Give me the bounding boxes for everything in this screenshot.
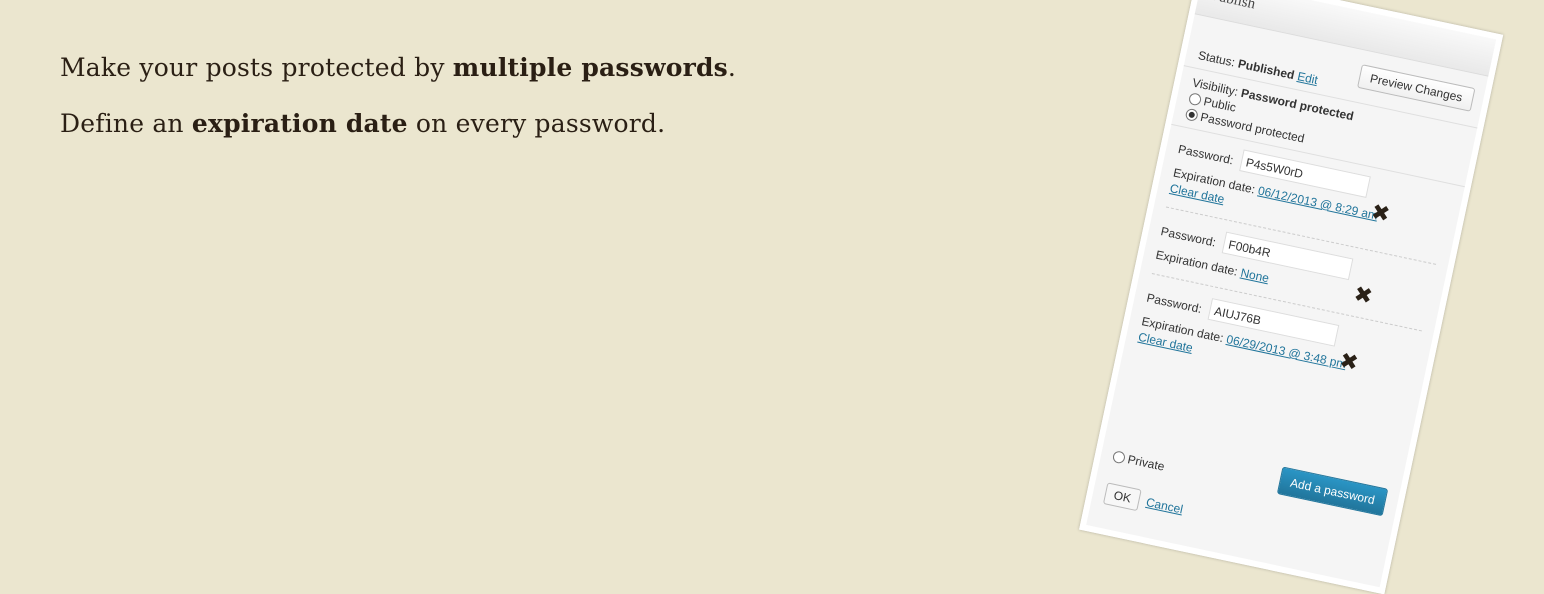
radio-private-label: Private bbox=[1126, 452, 1166, 474]
tagline-1-end: . bbox=[727, 53, 737, 82]
tagline-2-emphasis: expiration date bbox=[191, 109, 408, 138]
ok-button[interactable]: OK bbox=[1102, 482, 1143, 512]
close-x-icon[interactable]: ✖ bbox=[1351, 282, 1374, 310]
publish-box: Publish Preview Changes Status: Publishe… bbox=[1079, 0, 1504, 594]
add-password-button[interactable]: Add a password bbox=[1276, 466, 1389, 517]
cancel-link[interactable]: Cancel bbox=[1145, 495, 1184, 516]
tagline-expiration-date: Define an expiration date on every passw… bbox=[60, 108, 736, 140]
radio-password-control[interactable] bbox=[1184, 107, 1199, 122]
visibility-value: Password protected bbox=[1239, 85, 1355, 124]
close-x-icon[interactable]: ✖ bbox=[1369, 200, 1392, 228]
password-2-label: Password: bbox=[1159, 224, 1218, 250]
password-1-label: Password: bbox=[1176, 141, 1235, 168]
radio-private-control[interactable] bbox=[1111, 450, 1127, 465]
hero-text: Make your posts protected by multiple pa… bbox=[60, 52, 736, 164]
tagline-2-text: Define an bbox=[60, 109, 192, 138]
tagline-2-end: on every password. bbox=[407, 109, 666, 138]
password-2-expiration-link[interactable]: None bbox=[1239, 266, 1270, 286]
status-edit-link[interactable]: Edit bbox=[1296, 69, 1319, 87]
preview-changes-button[interactable]: Preview Changes bbox=[1356, 64, 1476, 112]
radio-private[interactable]: Private bbox=[1111, 449, 1166, 474]
radio-public-control[interactable] bbox=[1187, 92, 1203, 107]
close-x-icon[interactable]: ✖ bbox=[1337, 348, 1360, 376]
password-3-label: Password: bbox=[1145, 290, 1204, 317]
tagline-1-text: Make your posts protected by bbox=[60, 53, 453, 82]
tagline-multiple-passwords: Make your posts protected by multiple pa… bbox=[60, 52, 736, 84]
tagline-1-emphasis: multiple passwords bbox=[452, 53, 728, 82]
status-label: Status: bbox=[1196, 48, 1237, 70]
